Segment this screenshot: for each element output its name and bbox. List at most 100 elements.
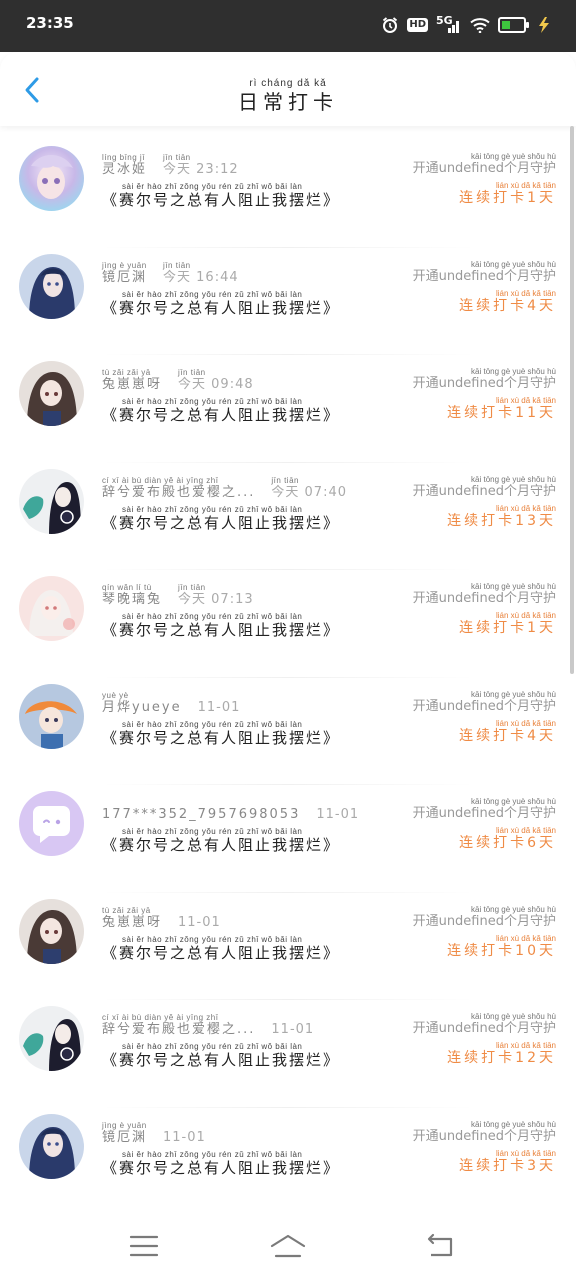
name-pinyin: cí xī ài bù diàn yě ài yīng zhī [102,475,219,485]
status-time: 23:35 [26,14,74,32]
menu-icon [129,1235,159,1257]
member-pinyin: kāi tōng gè yuè shǒu hù [471,474,556,484]
list-item[interactable]: jìng è yuān 镜厄渊 11-01 sài ěr hào zhī zǒng… [0,1108,576,1215]
user-name: 月烨yueye [102,699,182,715]
avatar[interactable] [19,683,84,749]
user-name: 兔崽崽呀 [102,914,163,930]
membership-text: 开通undefined个月守护 [412,913,556,929]
streak-text: 连续打卡4天 [459,727,556,744]
membership-text: 开通undefined个月守护 [412,268,556,284]
name-pinyin: qín wǎn lí tù [102,583,152,592]
streak-pinyin: lián xù dǎ kǎ tiān [495,611,556,620]
user-name: 兔崽崽呀 [102,377,163,392]
menu-button[interactable] [124,1230,164,1262]
back-nav-button[interactable] [420,1230,460,1262]
member-pinyin: kāi tōng gè yuè shǒu hù [471,904,556,914]
membership-text: 开通undefined个月守护 [412,483,556,499]
checkin-time: 11-01 [163,1129,206,1145]
membership-text: 开通undefined个月守护 [412,161,556,176]
user-name: 灵冰姬 [102,162,148,177]
checkin-message: 《赛尔号之总有人阻止我摆烂》 [102,406,341,424]
streak-text: 连续打卡3天 [459,1157,556,1174]
message-pinyin: sài ěr hào zhī zǒng yǒu rén zǔ zhǐ wǒ bǎ… [122,1042,303,1051]
back-button[interactable] [18,76,46,104]
checkin-time: 今天 07:13 [178,592,254,607]
message-pinyin: sài ěr hào zhī zǒng yǒu rén zǔ zhǐ wǒ bǎ… [122,1149,303,1159]
avatar[interactable] [19,361,84,426]
avatar[interactable] [19,576,84,641]
checkin-time: 11-01 [316,807,360,822]
message-pinyin: sài ěr hào zhī zǒng yǒu rén zǔ zhǐ wǒ bǎ… [122,289,303,299]
membership-text: 开通undefined个月守护 [412,698,556,714]
list-item[interactable]: 177***352_7957698053 11-01 sài ěr hào zh… [0,785,576,893]
list-item[interactable]: qín wǎn lí tù 琴晚璃兔 jīn tiān 今天 07:13 sài ě… [0,570,576,678]
streak-pinyin: lián xù dǎ kǎ tiān [495,718,556,728]
scrollbar[interactable] [570,126,574,674]
membership-text: 开通undefined个月守护 [412,806,556,821]
list-item[interactable]: cí xī ài bù diàn yě ài yīng zhī 辞兮爱布殿也爱樱之… [0,1000,576,1108]
avatar[interactable] [19,791,84,856]
status-bar: 23:35 HD 5G [0,0,576,52]
member-pinyin: kāi tōng gè yuè shǒu hù [471,1119,556,1129]
battery-icon [498,17,529,33]
checkin-time: 11-01 [271,1022,315,1037]
list-item[interactable]: tù zǎi zǎi yā 兔崽崽呀 jīn tiān 今天 09:48 sài ě… [0,355,576,463]
time-pinyin: jīn tiān [271,475,299,485]
avatar[interactable] [19,1006,84,1071]
checkin-message: 《赛尔号之总有人阻止我摆烂》 [102,513,341,532]
list-item[interactable]: jìng è yuān 镜厄渊 jīn tiān 今天 16:44 sài ěr h… [0,248,576,355]
message-pinyin: sài ěr hào zhī zǒng yǒu rén zǔ zhǐ wǒ bǎ… [122,719,303,729]
avatar[interactable] [19,898,84,964]
checkin-message: 《赛尔号之总有人阻止我摆烂》 [102,728,341,747]
status-icons: HD 5G [381,14,552,36]
checkin-time: 今天 23:12 [163,162,239,177]
member-pinyin: kāi tōng gè yuè shǒu hù [471,689,556,699]
streak-text: 连续打卡1天 [459,190,556,206]
streak-pinyin: lián xù dǎ kǎ tiān [495,181,556,190]
message-pinyin: sài ěr hào zhī zǒng yǒu rén zǔ zhǐ wǒ bǎ… [122,182,303,191]
name-pinyin: tù zǎi zǎi yā [102,368,151,377]
avatar[interactable] [19,1113,84,1179]
streak-text: 连续打卡11天 [447,405,556,421]
time-pinyin: jīn tiān [178,368,206,377]
user-name: 辞兮爱布殿也爱樱之... [102,484,256,500]
streak-text: 连续打卡13天 [447,512,556,529]
name-pinyin: jìng è yuān [102,260,147,270]
name-pinyin: jìng è yuān [102,1120,147,1130]
member-pinyin: kāi tōng gè yuè shǒu hù [471,797,556,806]
checkin-message: 《赛尔号之总有人阻止我摆烂》 [102,298,341,317]
wifi-icon [470,17,490,33]
checkin-message: 《赛尔号之总有人阻止我摆烂》 [102,1158,341,1177]
message-pinyin: sài ěr hào zhī zǒng yǒu rén zǔ zhǐ wǒ bǎ… [122,504,303,514]
member-pinyin: kāi tōng gè yuè shǒu hù [471,1012,556,1021]
page-title-pinyin: rì cháng dǎ kǎ [249,78,327,89]
checkin-time: 11-01 [197,699,241,715]
avatar[interactable] [19,253,84,319]
streak-pinyin: lián xù dǎ kǎ tiān [495,396,556,405]
chevron-left-icon [25,77,39,103]
streak-pinyin: lián xù dǎ kǎ tiān [495,933,556,943]
checkin-time: 今天 07:40 [271,484,348,500]
avatar[interactable] [19,146,84,211]
membership-text: 开通undefined个月守护 [412,1021,556,1036]
checkin-time: 今天 09:48 [178,377,254,392]
home-button[interactable] [268,1230,308,1262]
list-item[interactable]: líng bīng jī 灵冰姬 jīn tiān 今天 23:12 sài ěr … [0,140,576,248]
member-pinyin: kāi tōng gè yuè shǒu hù [471,259,556,269]
streak-text: 连续打卡12天 [447,1050,556,1066]
page-header: rì cháng dǎ kǎ 日常打卡 [0,52,576,126]
time-pinyin: jīn tiān [163,260,191,270]
membership-text: 开通undefined个月守护 [412,1128,556,1144]
checkin-message: 《赛尔号之总有人阻止我摆烂》 [102,191,341,209]
home-icon [270,1234,306,1258]
list-item[interactable]: cí xī ài bù diàn yě ài yīng zhī 辞兮爱布殿也爱樱之… [0,463,576,570]
name-pinyin: líng bīng jī [102,153,145,162]
avatar[interactable] [19,468,84,534]
name-pinyin: cí xī ài bù diàn yě ài yīng zhī [102,1013,219,1022]
charging-icon [536,16,552,34]
time-pinyin: jīn tiān [163,153,191,162]
list-item[interactable]: tù zǎi zǎi yā 兔崽崽呀 11-01 sài ěr hào zhī z… [0,893,576,1000]
message-pinyin: sài ěr hào zhī zǒng yǒu rén zǔ zhǐ wǒ bǎ… [122,397,303,406]
list-item[interactable]: yuè yè 月烨yueye 11-01 sài ěr hào zhī zǒng … [0,678,576,785]
hd-badge: HD [407,18,428,32]
